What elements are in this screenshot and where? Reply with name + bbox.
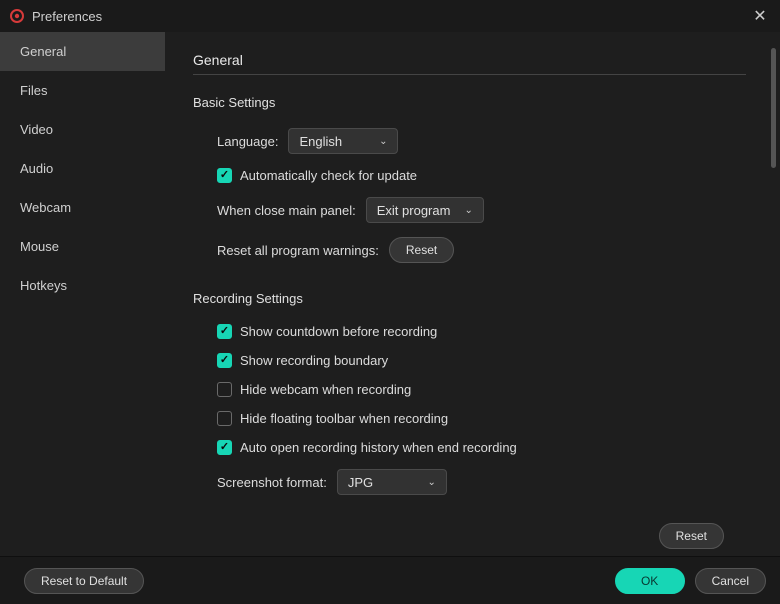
section-heading: General [193,52,746,75]
language-select[interactable]: English ⌄ [288,128,398,154]
sidebar: General Files Video Audio Webcam Mouse H… [0,32,165,556]
sidebar-item-video[interactable]: Video [0,110,165,149]
scrollbar-thumb[interactable] [771,48,776,168]
sidebar-item-files[interactable]: Files [0,71,165,110]
sidebar-item-webcam[interactable]: Webcam [0,188,165,227]
hide-webcam-label: Hide webcam when recording [240,382,411,397]
chevron-down-icon: ⌄ [464,205,472,216]
cancel-button[interactable]: Cancel [695,568,766,594]
recording-settings-group: Show countdown before recording Show rec… [193,324,752,495]
sidebar-item-hotkeys[interactable]: Hotkeys [0,266,165,305]
main-panel: General Basic Settings Language: English… [165,32,780,556]
footer: Reset to Default OK Cancel [0,556,780,604]
countdown-label: Show countdown before recording [240,324,437,339]
chevron-down-icon: ⌄ [379,136,387,147]
close-panel-label: When close main panel: [217,203,356,218]
titlebar: Preferences ✕ [0,0,780,32]
reset-warnings-button[interactable]: Reset [389,237,454,263]
language-label: Language: [217,134,278,149]
window-title: Preferences [32,9,750,24]
close-panel-select[interactable]: Exit program ⌄ [366,197,484,223]
reset-section-button[interactable]: Reset [659,523,724,549]
ok-button[interactable]: OK [615,568,685,594]
close-icon[interactable]: ✕ [750,6,770,26]
auto-update-label: Automatically check for update [240,168,417,183]
close-panel-value: Exit program [377,203,451,218]
basic-settings-group: Language: English ⌄ Automatically check … [193,128,752,263]
language-value: English [299,134,342,149]
screenshot-format-value: JPG [348,475,373,490]
auto-update-checkbox[interactable] [217,168,232,183]
reset-warnings-label: Reset all program warnings: [217,243,379,258]
recording-settings-title: Recording Settings [193,291,752,306]
boundary-label: Show recording boundary [240,353,388,368]
screenshot-format-label: Screenshot format: [217,475,327,490]
sidebar-item-mouse[interactable]: Mouse [0,227,165,266]
app-logo-icon [10,9,24,23]
countdown-checkbox[interactable] [217,324,232,339]
hide-webcam-checkbox[interactable] [217,382,232,397]
auto-open-history-checkbox[interactable] [217,440,232,455]
auto-open-history-label: Auto open recording history when end rec… [240,440,517,455]
hide-toolbar-checkbox[interactable] [217,411,232,426]
screenshot-format-select[interactable]: JPG ⌄ [337,469,447,495]
sidebar-item-audio[interactable]: Audio [0,149,165,188]
chevron-down-icon: ⌄ [427,477,435,488]
reset-default-button[interactable]: Reset to Default [24,568,144,594]
hide-toolbar-label: Hide floating toolbar when recording [240,411,448,426]
basic-settings-title: Basic Settings [193,95,752,110]
sidebar-item-general[interactable]: General [0,32,165,71]
boundary-checkbox[interactable] [217,353,232,368]
